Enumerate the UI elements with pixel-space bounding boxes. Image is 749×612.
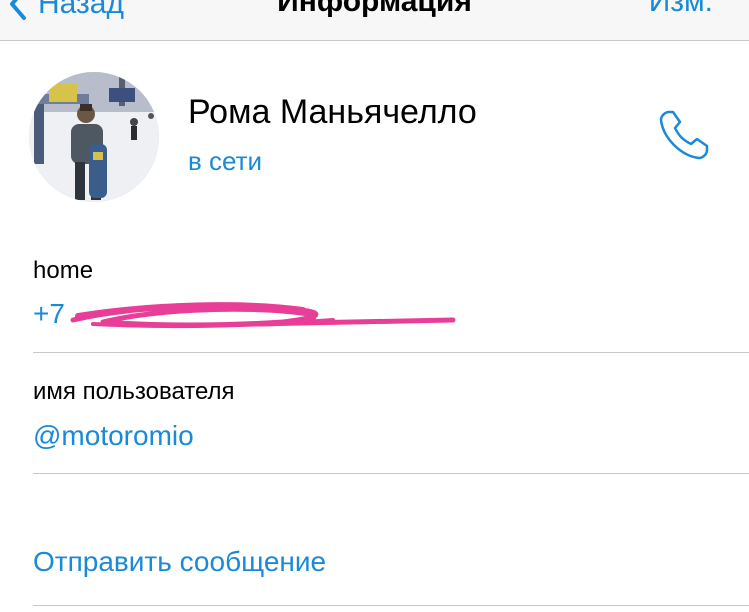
navigation-bar: Назад Информация Изм. [0, 0, 749, 41]
username-value[interactable]: @motoromio [33, 418, 194, 454]
phone-icon [655, 110, 715, 168]
call-button[interactable] [655, 104, 715, 164]
online-status: в сети [188, 146, 263, 176]
redaction-scribble [70, 302, 456, 329]
page-title: Информация [277, 0, 472, 18]
username-label: имя пользователя [33, 378, 235, 405]
divider [33, 352, 749, 353]
divider [33, 605, 749, 606]
avatar[interactable] [29, 72, 159, 202]
phone-label: home [33, 257, 94, 284]
send-message-button[interactable]: Отправить сообщение [33, 544, 326, 580]
divider [33, 473, 749, 474]
phone-number-row[interactable]: +7 [33, 296, 463, 336]
edit-button[interactable]: Изм. [649, 0, 713, 20]
contact-name: Рома Маньячелло [188, 93, 477, 131]
